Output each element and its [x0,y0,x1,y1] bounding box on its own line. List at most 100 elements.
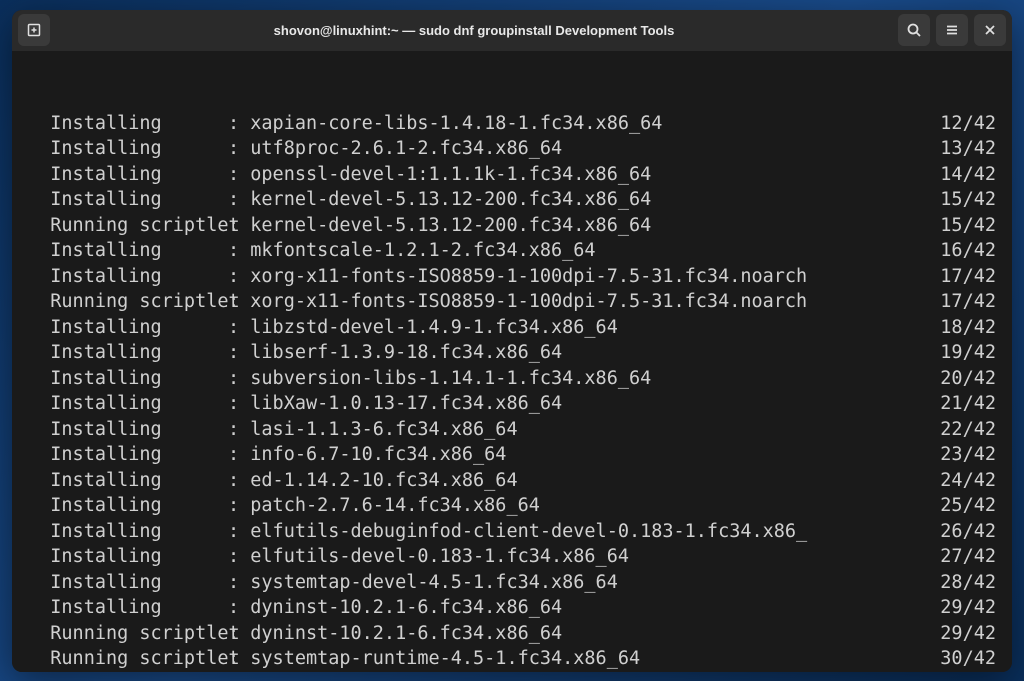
package-text: : lasi-1.1.3-6.fc34.x86_64 [228,417,934,443]
terminal-line: Installing : ed-1.14.2-10.fc34.x86_6424/… [28,468,996,494]
progress-text: 24/42 [934,468,996,494]
package-text: : libserf-1.3.9-18.fc34.x86_64 [228,340,934,366]
action-text: Installing [28,162,228,188]
package-text: : xapian-core-libs-1.4.18-1.fc34.x86_64 [228,111,934,137]
package-text: : patch-2.7.6-14.fc34.x86_64 [228,493,934,519]
progress-text: 15/42 [934,213,996,239]
terminal-line: Installing : subversion-libs-1.14.1-1.fc… [28,366,996,392]
package-text: : elfutils-devel-0.183-1.fc34.x86_64 [228,544,934,570]
action-text: Installing [28,570,228,596]
close-icon [982,22,998,38]
progress-text: 22/42 [934,417,996,443]
progress-text: 17/42 [934,289,996,315]
progress-text: 12/42 [934,111,996,137]
package-text: : systemtap-runtime-4.5-1.fc34.x86_64 [228,646,934,671]
progress-text: 17/42 [934,264,996,290]
terminal-line: Installing : dyninst-10.2.1-6.fc34.x86_6… [28,595,996,621]
package-text: : xorg-x11-fonts-ISO8859-1-100dpi-7.5-31… [228,264,934,290]
package-text: : openssl-devel-1:1.1.1k-1.fc34.x86_64 [228,162,934,188]
package-text: : info-6.7-10.fc34.x86_64 [228,442,934,468]
action-text: Installing [28,264,228,290]
progress-text: 16/42 [934,238,996,264]
action-text: Installing [28,391,228,417]
terminal-line: Installing : mkfontscale-1.2.1-2.fc34.x8… [28,238,996,264]
package-text: : kernel-devel-5.13.12-200.fc34.x86_64 [228,187,934,213]
action-text: Installing [28,187,228,213]
package-text: : systemtap-devel-4.5-1.fc34.x86_64 [228,570,934,596]
terminal-line: Installing : kernel-devel-5.13.12-200.fc… [28,187,996,213]
terminal-line: Installing : patch-2.7.6-14.fc34.x86_642… [28,493,996,519]
terminal-line: Running scriptlet: dyninst-10.2.1-6.fc34… [28,621,996,647]
package-text: : mkfontscale-1.2.1-2.fc34.x86_64 [228,238,934,264]
action-text: Installing [28,468,228,494]
action-text: Running scriptlet [28,289,228,315]
package-text: : ed-1.14.2-10.fc34.x86_64 [228,468,934,494]
action-text: Installing [28,493,228,519]
close-button[interactable] [974,14,1006,46]
search-button[interactable] [898,14,930,46]
terminal-window: shovon@linuxhint:~ — sudo dnf groupinsta… [12,10,1012,672]
package-text: : libzstd-devel-1.4.9-1.fc34.x86_64 [228,315,934,341]
action-text: Installing [28,315,228,341]
package-text: : dyninst-10.2.1-6.fc34.x86_64 [228,595,934,621]
terminal-line: Installing : libXaw-1.0.13-17.fc34.x86_6… [28,391,996,417]
progress-text: 15/42 [934,187,996,213]
terminal-line: Running scriptlet: xorg-x11-fonts-ISO885… [28,289,996,315]
progress-text: 18/42 [934,315,996,341]
action-text: Installing [28,595,228,621]
progress-text: 14/42 [934,162,996,188]
terminal-line: Installing : elfutils-debuginfod-client-… [28,519,996,545]
action-text: Running scriptlet [28,213,228,239]
terminal-line: Installing : xapian-core-libs-1.4.18-1.f… [28,111,996,137]
progress-text: 19/42 [934,340,996,366]
action-text: Installing [28,111,228,137]
progress-text: 21/42 [934,391,996,417]
progress-text: 20/42 [934,366,996,392]
progress-text: 29/42 [934,621,996,647]
action-text: Installing [28,366,228,392]
titlebar: shovon@linuxhint:~ — sudo dnf groupinsta… [12,10,1012,52]
package-text: : xorg-x11-fonts-ISO8859-1-100dpi-7.5-31… [228,289,934,315]
package-text: : libXaw-1.0.13-17.fc34.x86_64 [228,391,934,417]
progress-text: 30/42 [934,646,996,671]
action-text: Running scriptlet [28,646,228,671]
terminal-line: Installing : utf8proc-2.6.1-2.fc34.x86_6… [28,136,996,162]
action-text: Installing [28,519,228,545]
new-tab-button[interactable] [18,14,50,46]
terminal-line: Installing : libzstd-devel-1.4.9-1.fc34.… [28,315,996,341]
terminal-line: Running scriptlet: systemtap-runtime-4.5… [28,646,996,671]
titlebar-right [898,14,1006,46]
action-text: Installing [28,417,228,443]
window-title: shovon@linuxhint:~ — sudo dnf groupinsta… [50,23,898,38]
terminal-line: Installing : openssl-devel-1:1.1.1k-1.fc… [28,162,996,188]
package-text: : kernel-devel-5.13.12-200.fc34.x86_64 [228,213,934,239]
progress-text: 26/42 [934,519,996,545]
progress-text: 28/42 [934,570,996,596]
terminal-line: Installing : info-6.7-10.fc34.x86_6423/4… [28,442,996,468]
package-text: : elfutils-debuginfod-client-devel-0.183… [228,519,934,545]
action-text: Installing [28,136,228,162]
terminal-line: Installing : xorg-x11-fonts-ISO8859-1-10… [28,264,996,290]
action-text: Installing [28,442,228,468]
terminal-content[interactable]: Installing : xapian-core-libs-1.4.18-1.f… [12,52,1012,672]
new-tab-icon [26,22,42,38]
menu-button[interactable] [936,14,968,46]
package-text: : dyninst-10.2.1-6.fc34.x86_64 [228,621,934,647]
progress-text: 23/42 [934,442,996,468]
search-icon [906,22,922,38]
progress-text: 29/42 [934,595,996,621]
hamburger-icon [944,22,960,38]
action-text: Installing [28,544,228,570]
progress-text: 13/42 [934,136,996,162]
terminal-line: Installing : systemtap-devel-4.5-1.fc34.… [28,570,996,596]
terminal-line: Installing : elfutils-devel-0.183-1.fc34… [28,544,996,570]
action-text: Installing [28,238,228,264]
progress-text: 27/42 [934,544,996,570]
titlebar-left [18,14,50,46]
terminal-line: Installing : lasi-1.1.3-6.fc34.x86_6422/… [28,417,996,443]
package-text: : utf8proc-2.6.1-2.fc34.x86_64 [228,136,934,162]
action-text: Running scriptlet [28,621,228,647]
progress-text: 25/42 [934,493,996,519]
package-text: : subversion-libs-1.14.1-1.fc34.x86_64 [228,366,934,392]
terminal-line: Running scriptlet: kernel-devel-5.13.12-… [28,213,996,239]
